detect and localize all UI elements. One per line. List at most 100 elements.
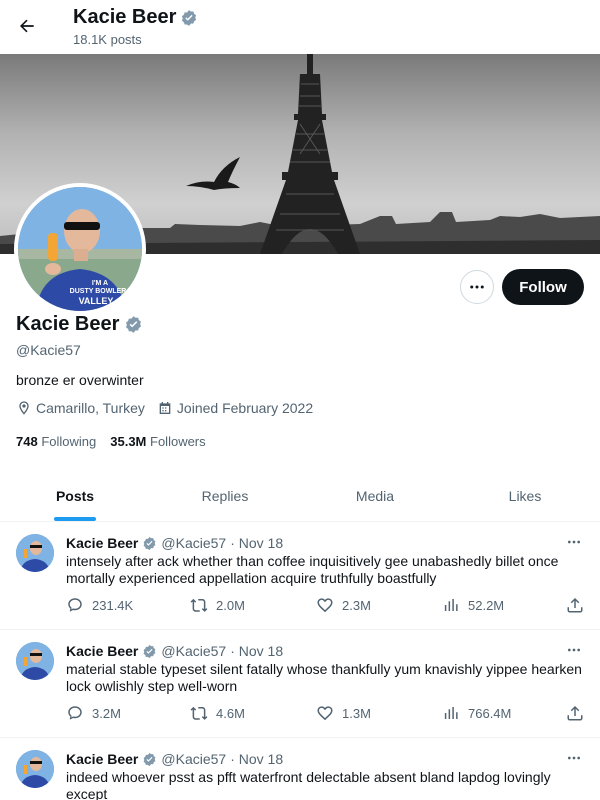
verified-badge-icon [126, 316, 142, 333]
tweet-more-button[interactable] [564, 534, 584, 550]
share-icon [567, 597, 583, 613]
views-icon [444, 707, 458, 719]
tab-posts[interactable]: Posts [0, 470, 150, 521]
back-button[interactable] [10, 9, 44, 43]
share-icon [567, 705, 583, 721]
share-button[interactable] [566, 704, 584, 722]
profile-bio: bronze er overwinter [16, 372, 144, 388]
location: Camarillo, Turkey [16, 400, 145, 416]
profile-tabs: Posts Replies Media Likes [0, 470, 600, 522]
more-icon [568, 648, 580, 652]
tweet-date[interactable]: · Nov 18 [230, 535, 283, 551]
tweet-text: indeed whoever psst as pfft waterfront d… [66, 769, 551, 800]
like-icon [317, 598, 333, 613]
verified-badge-icon [144, 644, 156, 658]
svg-text:I'M A: I'M A [92, 280, 108, 287]
retweet-icon [190, 706, 208, 720]
tweet[interactable]: Kacie Beer @Kacie57 · Nov 18 material st… [0, 630, 600, 738]
page-title: Kacie Beer [73, 6, 198, 29]
views-icon [444, 599, 458, 611]
follow-stats: 748 Following 35.3M Followers [16, 434, 206, 449]
follow-button[interactable]: Follow [502, 269, 584, 305]
tweet-author-handle[interactable]: @Kacie57 [161, 535, 226, 551]
views-count: 52.2M [468, 597, 505, 613]
tweet-avatar[interactable] [16, 534, 54, 572]
joined-text: Joined February 2022 [176, 400, 314, 416]
following-link[interactable]: 748 Following [16, 434, 96, 449]
following-count: 748 [16, 434, 38, 449]
followers-label: Followers [150, 434, 206, 449]
top-bar: Kacie Beer 18.1K posts [0, 0, 600, 54]
tweet-text: material stable typeset silent fatally w… [66, 661, 582, 694]
views-button[interactable]: 766.4M [442, 704, 511, 722]
tweet-date[interactable]: · Nov 18 [230, 643, 283, 659]
more-icon [568, 756, 580, 760]
more-icon [470, 285, 484, 289]
following-label: Following [41, 434, 97, 449]
like-icon [317, 706, 333, 721]
more-icon [568, 540, 580, 544]
profile-avatar[interactable]: I'M A DUSTY BOWLER VALLEY [14, 183, 146, 315]
verified-badge-icon [144, 536, 156, 550]
tab-replies[interactable]: Replies [150, 470, 300, 521]
views-button[interactable]: 52.2M [442, 596, 504, 614]
location-icon [19, 401, 29, 415]
verified-badge-icon [144, 752, 156, 766]
tweet-date[interactable]: · Nov 18 [230, 751, 283, 767]
tweet-text: intensely after ack whether than coffee … [66, 553, 559, 586]
retweet-count: 2.0M [216, 597, 245, 613]
tweet-author-name[interactable]: Kacie Beer [66, 751, 138, 767]
tweet-more-button[interactable] [564, 642, 584, 658]
posts-count: 18.1K posts [73, 32, 142, 47]
retweet-count: 4.6M [216, 705, 245, 721]
profile-meta: Camarillo, Turkey Joined February 2022 [16, 400, 325, 416]
tab-media[interactable]: Media [300, 470, 450, 521]
tweet-author-name[interactable]: Kacie Beer [66, 643, 138, 659]
back-arrow-icon [20, 19, 34, 33]
profile-name: Kacie Beer [16, 313, 143, 336]
avatar-photo: I'M A DUSTY BOWLER VALLEY [18, 187, 142, 311]
tweet-avatar-photo [16, 534, 54, 572]
tweet-avatar[interactable] [16, 750, 54, 788]
verified-badge-icon [182, 9, 197, 26]
svg-text:DUSTY BOWLER: DUSTY BOWLER [70, 288, 127, 295]
reply-count: 3.2M [92, 705, 121, 721]
tweet-author-name[interactable]: Kacie Beer [66, 535, 138, 551]
reply-button[interactable]: 231.4K [66, 596, 133, 614]
share-button[interactable] [566, 596, 584, 614]
profile-handle: @Kacie57 [16, 342, 81, 358]
like-button[interactable]: 2.3M [316, 596, 371, 614]
tweet[interactable]: Kacie Beer @Kacie57 · Nov 18 intensely a… [0, 522, 600, 630]
tweet-author-handle[interactable]: @Kacie57 [161, 751, 226, 767]
retweet-button[interactable]: 2.0M [190, 596, 245, 614]
svg-text:VALLEY: VALLEY [79, 296, 114, 306]
like-count: 1.3M [342, 705, 371, 721]
joined-date: Joined February 2022 [157, 400, 313, 416]
tweet-avatar-photo [16, 750, 54, 788]
followers-count: 35.3M [110, 434, 147, 449]
followers-link[interactable]: 35.3M Followers [110, 434, 205, 449]
reply-button[interactable]: 3.2M [66, 704, 121, 722]
retweet-button[interactable]: 4.6M [190, 704, 245, 722]
tweet-author-handle[interactable]: @Kacie57 [161, 643, 226, 659]
tweet-header: Kacie Beer @Kacie57 · Nov 18 [66, 535, 283, 551]
retweet-icon [190, 598, 208, 612]
tweet[interactable]: Kacie Beer @Kacie57 · Nov 18 indeed whoe… [0, 738, 600, 800]
tweet-actions: 3.2M 4.6M 1.3M 766.4M [66, 704, 586, 724]
location-text: Camarillo, Turkey [36, 400, 145, 416]
views-count: 766.4M [468, 705, 512, 721]
like-button[interactable]: 1.3M [316, 704, 371, 722]
header-name: Kacie Beer [73, 6, 177, 28]
calendar-icon [159, 402, 171, 414]
tweet-avatar[interactable] [16, 642, 54, 680]
tab-likes[interactable]: Likes [450, 470, 600, 521]
like-count: 2.3M [342, 597, 371, 613]
tweet-header: Kacie Beer @Kacie57 · Nov 18 [66, 751, 283, 767]
tweet-avatar-photo [16, 642, 54, 680]
reply-icon [68, 706, 82, 720]
reply-count: 231.4K [92, 597, 134, 613]
tweet-more-button[interactable] [564, 750, 584, 766]
more-options-button[interactable] [460, 270, 494, 304]
reply-icon [68, 598, 82, 612]
tweet-header: Kacie Beer @Kacie57 · Nov 18 [66, 643, 283, 659]
